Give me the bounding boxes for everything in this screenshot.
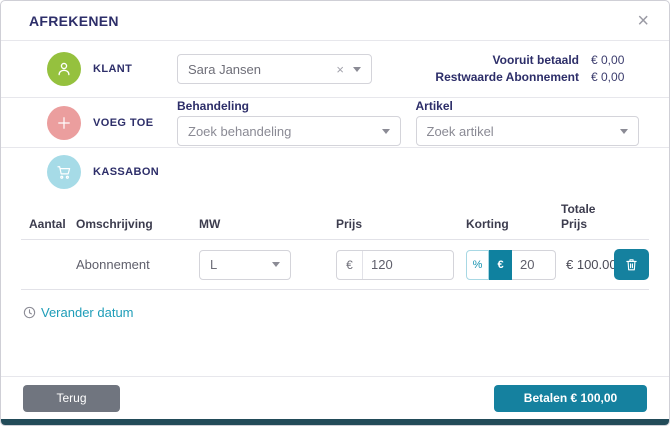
klant-section: KLANT Sara Jansen × Vooruit betaald € 0,… <box>1 41 669 98</box>
restwaarde-value: € 0,00 <box>591 69 639 86</box>
korting-control: % € <box>466 250 561 280</box>
col-omschrijving: Omschrijving <box>76 217 199 232</box>
behandeling-placeholder: Zoek behandeling <box>188 124 382 139</box>
klant-summary: Vooruit betaald € 0,00 Restwaarde Abonne… <box>435 52 669 86</box>
col-mw: MW <box>199 217 336 232</box>
col-aantal: Aantal <box>29 217 76 232</box>
mw-select-value: L <box>210 257 272 272</box>
voeg-toe-section: VOEG TOE Behandeling Zoek behandeling Ar… <box>1 98 669 148</box>
clear-icon[interactable]: × <box>336 62 344 77</box>
korting-euro-toggle[interactable]: € <box>489 250 512 280</box>
delete-row-button[interactable] <box>614 249 649 280</box>
chevron-down-icon <box>382 129 390 134</box>
betalen-button[interactable]: Betalen € 100,00 <box>494 385 647 412</box>
artikel-label: Artikel <box>416 99 640 113</box>
klant-label: KLANT <box>93 63 177 75</box>
chevron-down-icon <box>272 262 280 267</box>
cart-circle <box>47 155 81 189</box>
dialog-header: AFREKENEN × <box>1 1 669 41</box>
chevron-down-icon <box>620 129 628 134</box>
restwaarde-label: Restwaarde Abonnement <box>435 69 579 86</box>
col-totale-prijs: Totale Prijs <box>561 202 613 232</box>
kassabon-section: KASSABON <box>1 148 669 196</box>
verander-datum-label: Verander datum <box>41 305 134 320</box>
mw-select[interactable]: L <box>199 250 291 280</box>
shopping-cart-icon <box>55 163 73 181</box>
vooruit-betaald-value: € 0,00 <box>591 52 639 69</box>
table-row: Abonnement L € % € € 100.00 <box>21 240 649 290</box>
col-prijs: Prijs <box>336 217 466 232</box>
row-totale-prijs: € 100.00 <box>561 257 613 272</box>
artikel-field: Artikel Zoek artikel <box>416 99 640 146</box>
artikel-placeholder: Zoek artikel <box>427 124 621 139</box>
chevron-down-icon <box>353 67 361 72</box>
plus-icon <box>55 114 73 132</box>
behandeling-label: Behandeling <box>177 99 401 113</box>
customer-select[interactable]: Sara Jansen × <box>177 54 372 84</box>
behandeling-field: Behandeling Zoek behandeling <box>177 99 401 146</box>
kassabon-table: Aantal Omschrijving MW Prijs Korting Tot… <box>21 196 649 290</box>
kassabon-label: KASSABON <box>93 166 177 178</box>
close-icon[interactable]: × <box>637 11 649 31</box>
korting-percent-toggle[interactable]: % <box>466 250 489 280</box>
terug-button[interactable]: Terug <box>23 385 120 412</box>
prijs-input[interactable] <box>363 257 451 272</box>
page-title: AFREKENEN <box>29 13 119 29</box>
vooruit-betaald-row: Vooruit betaald € 0,00 <box>435 52 639 69</box>
col-korting: Korting <box>466 217 561 232</box>
trash-icon <box>624 257 639 272</box>
currency-prefix: € <box>337 251 363 279</box>
artikel-select[interactable]: Zoek artikel <box>416 116 640 146</box>
restwaarde-row: Restwaarde Abonnement € 0,00 <box>435 69 639 86</box>
customer-avatar <box>47 52 81 86</box>
korting-input[interactable] <box>512 250 556 280</box>
verander-datum-link[interactable]: Verander datum <box>23 305 134 320</box>
afrekenen-dialog: AFREKENEN × KLANT Sara Jansen × Vooruit … <box>0 0 670 426</box>
dialog-bottom-edge <box>1 419 669 425</box>
prijs-input-group: € <box>336 250 454 280</box>
behandeling-select[interactable]: Zoek behandeling <box>177 116 401 146</box>
voeg-toe-label: VOEG TOE <box>93 117 177 129</box>
clock-icon <box>23 306 36 319</box>
table-header-row: Aantal Omschrijving MW Prijs Korting Tot… <box>21 196 649 240</box>
person-icon <box>55 60 73 78</box>
add-fields: Behandeling Zoek behandeling Artikel Zoe… <box>177 99 669 146</box>
customer-select-value: Sara Jansen <box>188 62 336 77</box>
add-circle <box>47 106 81 140</box>
row-omschrijving: Abonnement <box>76 257 199 272</box>
dialog-footer: Terug Betalen € 100,00 <box>1 376 669 419</box>
vooruit-betaald-label: Vooruit betaald <box>493 52 579 69</box>
